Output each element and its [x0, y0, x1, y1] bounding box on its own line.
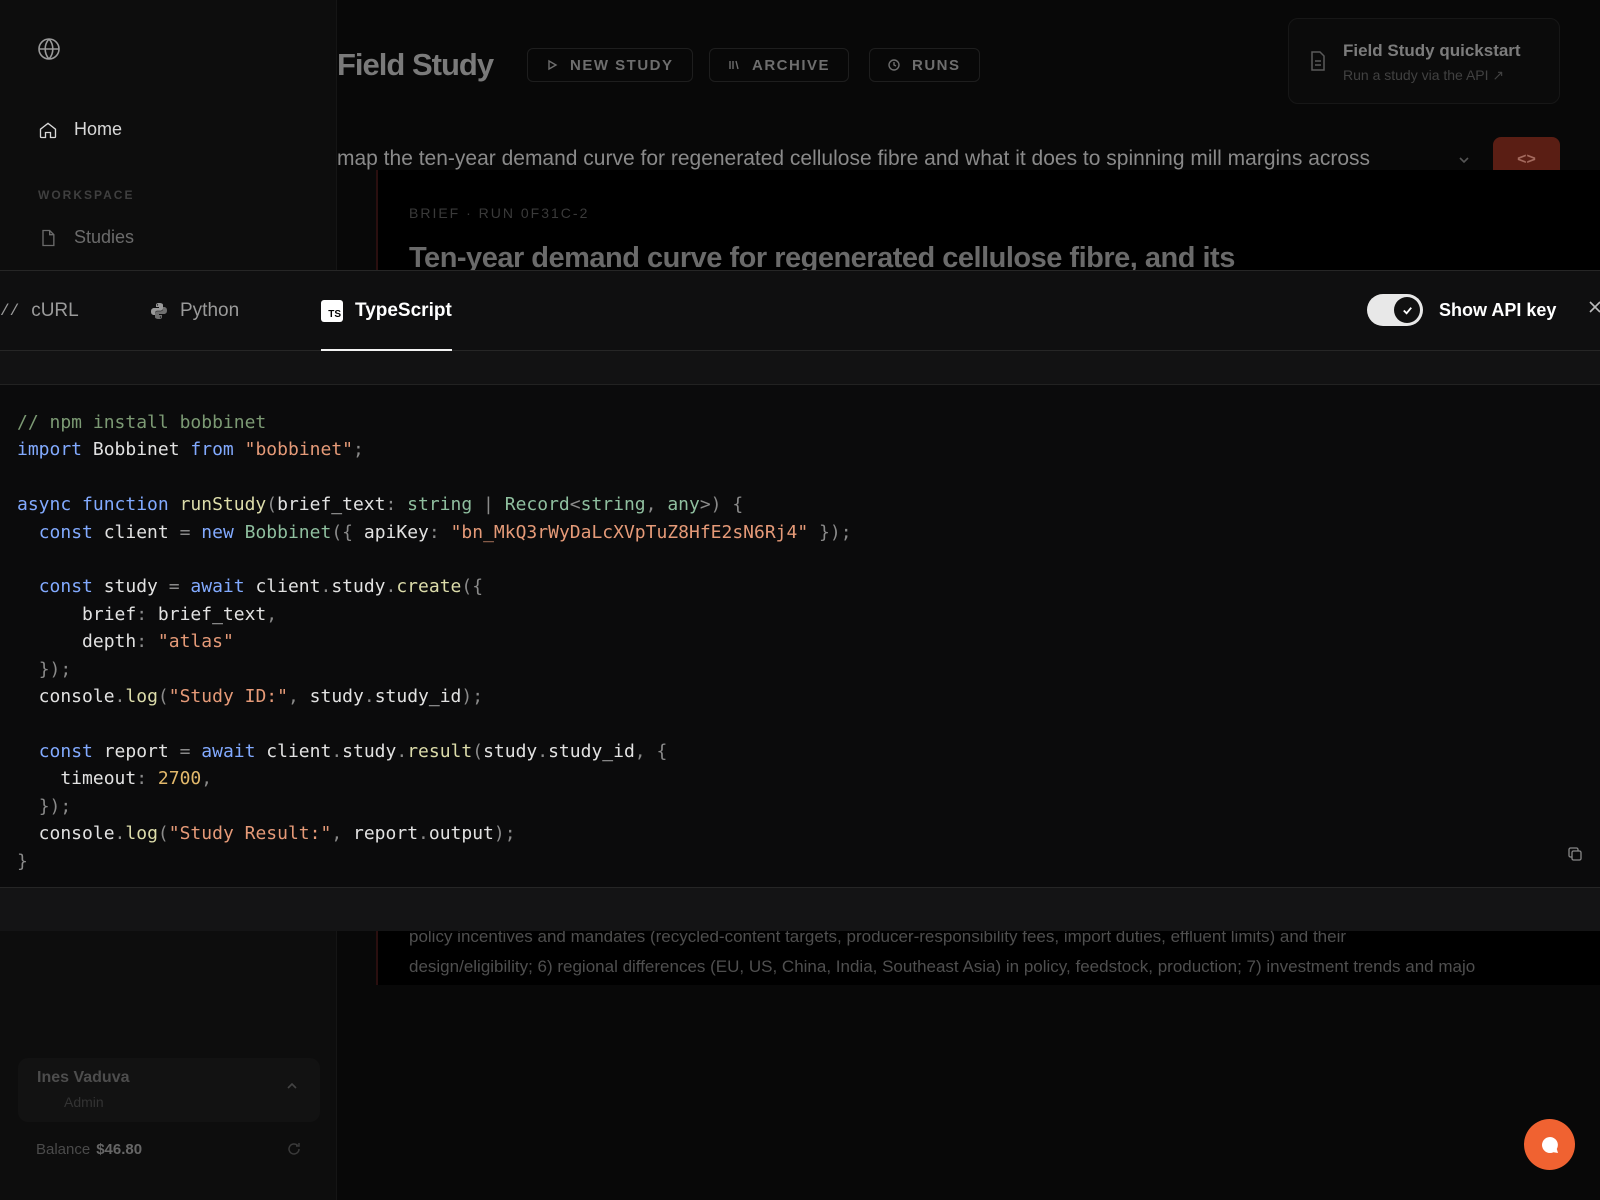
api-key-value: bn_MkQ3rWyDaLcXVpTuZ8HfE2sN6Rj4 — [461, 521, 798, 543]
python-icon — [151, 303, 167, 319]
chevron-up-icon — [287, 1082, 297, 1089]
brief-body: policy incentives and mandates (recycled… — [409, 922, 1569, 982]
new-study-button[interactable]: NEW STUDY — [527, 48, 693, 82]
code-block[interactable]: // npm install bobbinet import Bobbinet … — [0, 385, 1600, 887]
refresh-icon[interactable] — [286, 1141, 302, 1157]
brief-body-line: design/eligibility; 6) regional differen… — [409, 957, 1476, 976]
close-icon[interactable] — [1588, 300, 1600, 314]
language-tabs: // cURL Python TS TypeScript Show API ke… — [0, 271, 1600, 352]
runs-label: RUNS — [912, 56, 961, 74]
toggle-knob — [1394, 297, 1420, 323]
query-input[interactable]: map the ten-year demand curve for regene… — [337, 147, 1422, 171]
api-code-drawer: // cURL Python TS TypeScript Show API ke… — [0, 270, 1600, 931]
runs-button[interactable]: RUNS — [869, 48, 980, 82]
terminal-icon: // — [0, 302, 20, 320]
tab-curl[interactable]: // cURL — [0, 271, 79, 351]
code-icon: <> — [1517, 151, 1536, 168]
home-icon — [39, 121, 57, 138]
show-api-key-label: Show API key — [1439, 300, 1557, 320]
page-title: Field Study — [337, 47, 494, 82]
clock-icon — [888, 59, 900, 71]
new-study-label: NEW STUDY — [570, 56, 674, 74]
archive-label: ARCHIVE — [752, 56, 831, 74]
code-comment: // npm install bobbinet — [17, 412, 267, 433]
sidebar-item-studies[interactable]: Studies — [38, 227, 134, 248]
copy-icon[interactable] — [1567, 846, 1583, 862]
archive-icon — [729, 60, 739, 70]
document-icon — [42, 229, 55, 246]
play-icon — [548, 59, 558, 71]
tab-label: cURL — [31, 300, 79, 321]
user-name: Ines Vaduva — [37, 1069, 130, 1086]
sidebar-item-label: Studies — [74, 227, 135, 247]
quickstart-title: Field Study quickstart — [1343, 41, 1521, 60]
document-icon — [1311, 51, 1325, 71]
show-api-key-toggle[interactable] — [1367, 294, 1423, 326]
quickstart-link[interactable]: Run a study via the API ↗ — [1343, 67, 1504, 84]
chat-bubble-icon — [1541, 1136, 1558, 1153]
drawer-footer — [0, 887, 1600, 931]
chat-button[interactable] — [1524, 1119, 1575, 1170]
tab-typescript[interactable]: TS TypeScript — [321, 271, 452, 352]
user-role: Admin — [64, 1094, 104, 1110]
globe-icon[interactable] — [37, 37, 61, 61]
tab-label: TypeScript — [355, 300, 452, 321]
balance-label: Balance — [36, 1141, 91, 1158]
archive-button[interactable]: ARCHIVE — [709, 48, 850, 82]
tab-label: Python — [180, 300, 240, 321]
drawer-subbar — [0, 351, 1600, 385]
typescript-icon: TS — [321, 300, 343, 322]
workspace-section-label: WORKSPACE — [38, 188, 135, 202]
code-snippet[interactable]: // npm install bobbinet import Bobbinet … — [17, 409, 852, 875]
balance-value: $46.80 — [96, 1141, 143, 1158]
user-menu[interactable]: Ines Vaduva Admin — [18, 1058, 320, 1122]
quickstart-card[interactable]: Field Study quickstart Run a study via t… — [1288, 18, 1560, 104]
chevron-down-icon[interactable] — [1456, 152, 1472, 168]
brief-run-tag: BRIEF · RUN 0F31C-2 — [409, 205, 590, 221]
tab-python[interactable]: Python — [150, 271, 239, 351]
sidebar-item-home[interactable]: Home — [38, 119, 122, 140]
balance: Balance $46.80 — [36, 1141, 142, 1158]
sidebar-item-label: Home — [74, 119, 123, 139]
check-icon — [1402, 306, 1412, 315]
